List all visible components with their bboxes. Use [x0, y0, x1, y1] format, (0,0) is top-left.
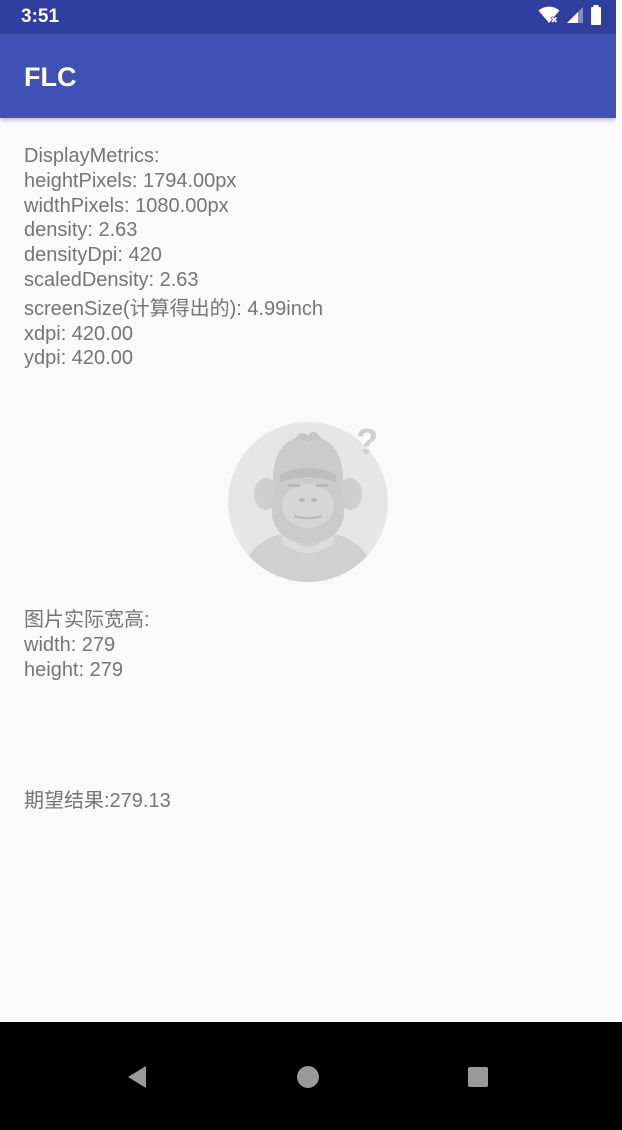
density-text: density: 2.63 — [24, 219, 138, 242]
expected-result-text: 期望结果:279.13 — [24, 790, 171, 812]
image-size-block: 图片实际宽高: width: 279 height: 279 — [24, 608, 150, 682]
image-size-header: 图片实际宽高: — [24, 609, 150, 631]
navigation-bar — [0, 1022, 622, 1130]
svg-text:?: ? — [356, 422, 378, 462]
width-pixels-text: widthPixels: 1080.00px — [24, 194, 229, 217]
home-icon[interactable] — [291, 1060, 325, 1094]
placeholder-monkey-icon: ? — [228, 421, 388, 582]
back-icon[interactable] — [120, 1060, 154, 1094]
ydpi-text: ydpi: 420.00 — [24, 347, 133, 370]
wifi-icon — [538, 6, 560, 28]
scaled-density-text: scaledDensity: 2.63 — [24, 268, 199, 291]
status-bar: 3:51 — [0, 0, 616, 34]
recents-icon[interactable] — [461, 1060, 495, 1094]
expected-result-block: 期望结果:279.13 — [24, 789, 171, 814]
screen-size-text: screenSize(计算得出的): 4.99inch — [24, 297, 323, 320]
density-dpi-text: densityDpi: 420 — [24, 244, 162, 267]
app-screen: 3:51 FLC DisplayMetrics: heightPixels: 1… — [0, 0, 616, 1130]
battery-icon — [590, 5, 602, 29]
metrics-header: DisplayMetrics: — [24, 145, 160, 167]
display-metrics-block: DisplayMetrics: heightPixels: 1794.00px … — [24, 144, 594, 371]
xdpi-text: xdpi: 420.00 — [24, 322, 133, 345]
image-width-text: width: 279 — [24, 633, 116, 656]
height-pixels-text: heightPixels: 1794.00px — [24, 169, 237, 192]
status-time: 3:51 — [21, 6, 60, 27]
app-bar: FLC — [0, 34, 616, 118]
image-height-text: height: 279 — [24, 658, 123, 681]
screen-edge — [616, 0, 622, 1130]
app-title: FLC — [24, 62, 77, 92]
status-icons — [538, 5, 602, 29]
cell-signal-icon — [566, 6, 584, 28]
